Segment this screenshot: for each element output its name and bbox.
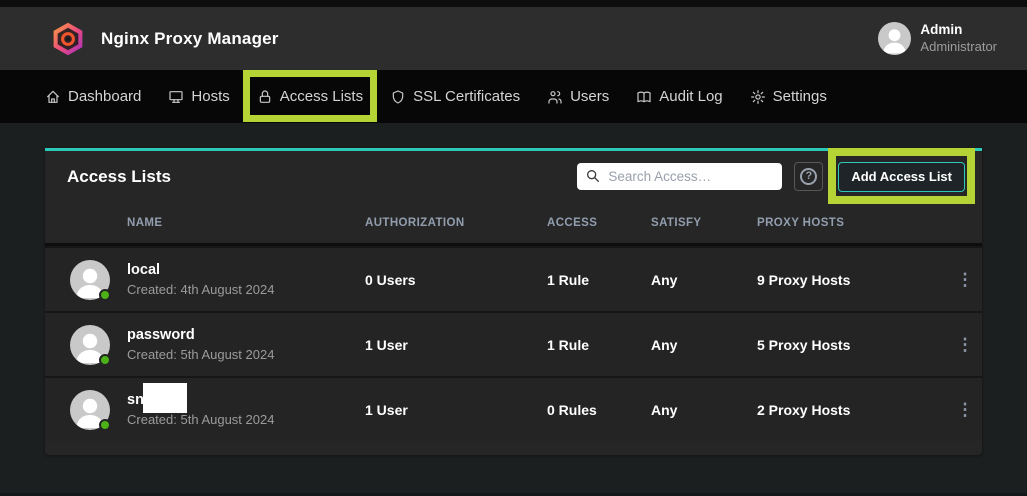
- nav-item-label: Hosts: [191, 88, 229, 105]
- proxy-hosts-value: 5 Proxy Hosts: [757, 337, 948, 353]
- column-header-satisfy: SATISFY: [651, 217, 757, 229]
- panel-title: Access Lists: [67, 167, 171, 187]
- panel-header: Access Lists ? Add Access List: [45, 151, 982, 202]
- nav-item-ssl-certificates[interactable]: SSL Certificates: [390, 88, 520, 105]
- shield-icon: [390, 89, 406, 105]
- access-list-name: password: [127, 327, 195, 344]
- nav-item-dashboard[interactable]: Dashboard: [45, 88, 141, 105]
- nav-item-label: Settings: [773, 88, 827, 105]
- avatar: [70, 390, 110, 430]
- top-bar: Nginx Proxy Manager Admin Administrator: [0, 0, 1027, 70]
- user-avatar: [878, 22, 911, 55]
- nav-item-label: Access Lists: [280, 88, 363, 105]
- help-icon: ?: [800, 168, 817, 185]
- table-row[interactable]: local Created: 4th August 2024 0 Users 1…: [45, 246, 982, 311]
- row-menu-kebab-icon[interactable]: ⋮: [951, 271, 979, 288]
- authorization-value: 1 User: [365, 337, 547, 353]
- search-icon: [585, 168, 601, 189]
- created-date: Created: 4th August 2024: [127, 283, 274, 298]
- created-date: Created: 5th August 2024: [127, 348, 274, 363]
- access-value: 1 Rule: [547, 272, 651, 288]
- nav-item-hosts[interactable]: Hosts: [168, 88, 229, 105]
- avatar: [70, 260, 110, 300]
- help-button[interactable]: ?: [794, 162, 823, 191]
- add-access-list-button[interactable]: Add Access List: [838, 162, 965, 192]
- user-menu[interactable]: Admin Administrator: [878, 22, 997, 55]
- online-dot: [99, 354, 111, 366]
- lock-icon: [257, 89, 273, 105]
- access-value: 0 Rules: [547, 402, 651, 418]
- table-row[interactable]: sn Created: 5th August 2024 1 User 0 Rul…: [45, 376, 982, 441]
- nav-item-label: Audit Log: [659, 88, 722, 105]
- table-header-row: NAME AUTHORIZATION ACCESS SATISFY PROXY …: [45, 202, 982, 246]
- monitor-icon: [168, 89, 184, 105]
- access-list-name: sn: [127, 392, 144, 409]
- nav-item-audit-log[interactable]: Audit Log: [636, 88, 722, 105]
- nav-item-label: Dashboard: [68, 88, 141, 105]
- gear-icon: [750, 89, 766, 105]
- authorization-value: 0 Users: [365, 272, 547, 288]
- access-lists-panel: Access Lists ? Add Access List NAME AUTH…: [45, 148, 982, 455]
- created-date: Created: 5th August 2024: [127, 413, 274, 428]
- user-name: Admin: [920, 22, 997, 39]
- authorization-value: 1 User: [365, 402, 547, 418]
- satisfy-value: Any: [651, 337, 757, 353]
- access-list-name: local: [127, 262, 160, 279]
- avatar: [70, 325, 110, 365]
- satisfy-value: Any: [651, 272, 757, 288]
- page-content: Access Lists ? Add Access List NAME AUTH…: [0, 123, 1027, 455]
- app-title: Nginx Proxy Manager: [101, 29, 279, 49]
- proxy-hosts-value: 2 Proxy Hosts: [757, 402, 948, 418]
- users-icon: [547, 89, 563, 105]
- row-menu-kebab-icon[interactable]: ⋮: [951, 336, 979, 353]
- proxy-hosts-value: 9 Proxy Hosts: [757, 272, 948, 288]
- search-input[interactable]: [577, 163, 782, 190]
- nav-item-label: SSL Certificates: [413, 88, 520, 105]
- nav-item-access-lists[interactable]: Access Lists: [257, 88, 363, 105]
- satisfy-value: Any: [651, 402, 757, 418]
- nav-item-label: Users: [570, 88, 609, 105]
- column-header-proxy-hosts: PROXY HOSTS: [757, 217, 948, 229]
- redaction-box: [143, 383, 187, 413]
- main-nav: Dashboard Hosts Access Lists SSL Certifi…: [0, 70, 1027, 123]
- access-value: 1 Rule: [547, 337, 651, 353]
- online-dot: [99, 289, 111, 301]
- column-header-name: NAME: [45, 217, 365, 229]
- table-row[interactable]: password Created: 5th August 2024 1 User…: [45, 311, 982, 376]
- user-role: Administrator: [920, 39, 997, 55]
- app-logo-icon: [50, 21, 86, 57]
- book-icon: [636, 89, 652, 105]
- online-dot: [99, 419, 111, 431]
- column-header-access: ACCESS: [547, 217, 651, 229]
- nav-item-users[interactable]: Users: [547, 88, 609, 105]
- search-box: [577, 163, 782, 190]
- home-icon: [45, 89, 61, 105]
- row-menu-kebab-icon[interactable]: ⋮: [951, 401, 979, 418]
- column-header-authorization: AUTHORIZATION: [365, 217, 547, 229]
- nav-item-settings[interactable]: Settings: [750, 88, 827, 105]
